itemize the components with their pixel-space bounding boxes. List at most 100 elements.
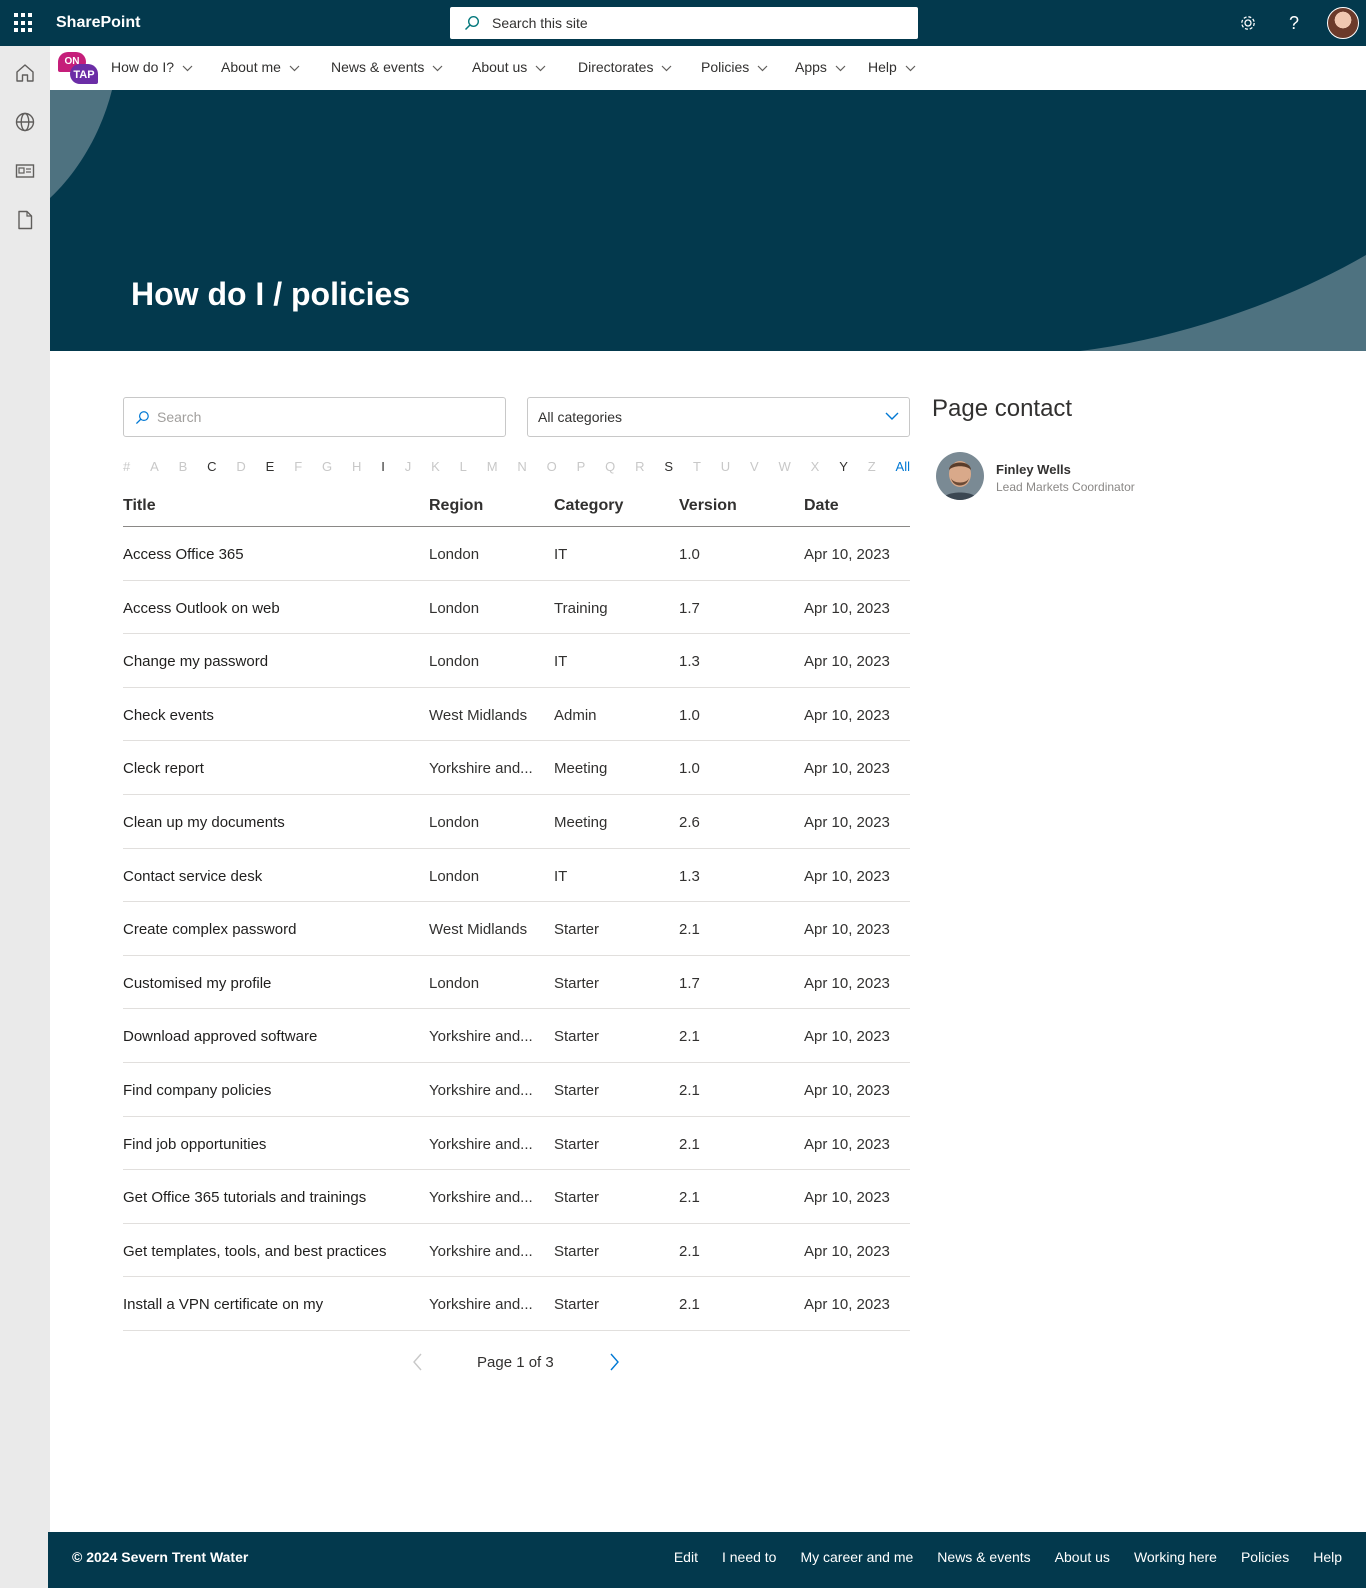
table-row[interactable]: Customised my profile London Starter 1.7 Apr…	[123, 956, 910, 1010]
alphabet-letter: T	[692, 459, 701, 474]
alphabet-letter: H	[351, 459, 362, 474]
brand-name[interactable]: SharePoint	[56, 14, 140, 32]
cell-category: Starter	[554, 1135, 600, 1153]
table-row[interactable]: Access Outlook on web London Training 1.7 Ap…	[123, 581, 910, 635]
cell-category: Meeting	[554, 813, 608, 831]
nav-item-about-me[interactable]: About me	[221, 59, 300, 75]
alphabet-letter[interactable]: C	[207, 459, 216, 475]
column-header-version[interactable]: Version	[679, 497, 739, 515]
table-row[interactable]: Clean up my documents London Meeting 2.6 Apr…	[123, 795, 910, 849]
cell-version: 1.0	[679, 760, 700, 778]
table-row[interactable]: Create complex password West Midlands Star…	[123, 902, 910, 956]
on-tap-logo[interactable]: ON TAP	[58, 52, 98, 84]
list-search-input[interactable]	[157, 407, 487, 427]
footer-links: Edit I need to My career and me News & e…	[674, 1549, 1342, 1565]
cell-title[interactable]: Access Outlook on web	[123, 600, 423, 617]
alphabet-letter: K	[431, 459, 440, 474]
cell-title[interactable]: Cleck report	[123, 760, 423, 777]
table-row[interactable]: Check events West Midlands Admin 1.0 Apr 10,…	[123, 688, 910, 742]
column-header-region[interactable]: Region	[429, 497, 539, 515]
globe-icon[interactable]	[13, 110, 37, 134]
footer-link-news-events[interactable]: News & events	[937, 1549, 1030, 1565]
column-header-category[interactable]: Category	[554, 497, 664, 515]
table-row[interactable]: Contact service desk London IT 1.3 Apr 10, 2…	[123, 849, 910, 903]
cell-title[interactable]: Get Office 365 tutorials and trainings	[123, 1189, 423, 1206]
app-launcher-icon[interactable]	[14, 13, 34, 33]
table-row[interactable]: Cleck report Yorkshire and... Meeting 1.0 Ap…	[123, 741, 910, 795]
alphabet-letter[interactable]: E	[266, 459, 275, 475]
nav-item-policies[interactable]: Policies	[701, 59, 768, 75]
site-search-box[interactable]	[450, 7, 918, 39]
table-row[interactable]: Find job opportunities Yorkshire and... St…	[123, 1117, 910, 1171]
list-search-box[interactable]	[123, 397, 506, 437]
nav-item-directorates[interactable]: Directorates	[578, 59, 672, 75]
cell-category: Starter	[554, 1189, 600, 1207]
alphabet-letter[interactable]: I	[381, 459, 385, 475]
site-footer: © 2024 Severn Trent Water Edit I need to…	[48, 1532, 1366, 1588]
document-icon[interactable]	[13, 208, 37, 232]
cell-category: Starter	[554, 1028, 600, 1046]
alphabet-letter[interactable]: S	[664, 459, 673, 475]
cell-title[interactable]: Get templates, tools, and best practices	[123, 1243, 423, 1260]
cell-date: Apr 10, 2023	[804, 1135, 890, 1153]
footer-link-working-here[interactable]: Working here	[1134, 1549, 1217, 1565]
cell-title[interactable]: Change my password	[123, 653, 423, 670]
site-search-input[interactable]	[492, 12, 892, 34]
contact-name[interactable]: Finley Wells	[996, 462, 1071, 477]
policies-table: Title Region Category Version Date Acces…	[123, 490, 910, 1331]
nav-item-news-events[interactable]: News & events	[331, 59, 443, 75]
help-question-icon[interactable]: ?	[1282, 11, 1306, 35]
cell-title[interactable]: Check events	[123, 707, 423, 724]
contact-avatar[interactable]	[936, 452, 984, 500]
footer-link-about-us[interactable]: About us	[1055, 1549, 1110, 1565]
alphabet-letter[interactable]: All	[896, 459, 910, 475]
cell-region: Yorkshire and...	[429, 1296, 533, 1314]
news-icon[interactable]	[13, 159, 37, 183]
settings-gear-icon[interactable]	[1236, 11, 1260, 35]
cell-title[interactable]: Find company policies	[123, 1082, 423, 1099]
table-row[interactable]: Change my password London IT 1.3 Apr 10, 202…	[123, 634, 910, 688]
nav-item-label: Apps	[795, 59, 827, 75]
table-row[interactable]: Download approved software Yorkshire and.…	[123, 1009, 910, 1063]
user-avatar[interactable]	[1327, 7, 1359, 39]
cell-title[interactable]: Download approved software	[123, 1028, 423, 1045]
nav-item-label: How do I?	[111, 59, 175, 75]
table-row[interactable]: Get Office 365 tutorials and trainings Yo…	[123, 1170, 910, 1224]
footer-link-i-need-to[interactable]: I need to	[722, 1549, 777, 1565]
cell-version: 2.1	[679, 1189, 700, 1207]
alphabet-letter: L	[459, 459, 467, 474]
nav-item-how-do-i[interactable]: How do I?	[111, 59, 193, 75]
cell-title[interactable]: Access Office 365	[123, 546, 423, 563]
logo-text-bottom: TAP	[70, 64, 98, 84]
column-header-title[interactable]: Title	[123, 497, 423, 515]
column-header-date[interactable]: Date	[804, 497, 910, 515]
cell-date: Apr 10, 2023	[804, 546, 890, 563]
footer-link-policies[interactable]: Policies	[1241, 1549, 1289, 1565]
cell-date: Apr 10, 2023	[804, 1242, 890, 1260]
nav-item-help[interactable]: Help	[868, 59, 916, 75]
cell-title[interactable]: Create complex password	[123, 921, 423, 938]
next-page-icon[interactable]	[609, 1353, 619, 1371]
category-dropdown-value: All categories	[538, 409, 623, 425]
cell-title[interactable]: Clean up my documents	[123, 814, 423, 831]
home-icon[interactable]	[13, 61, 37, 85]
cell-title[interactable]: Customised my profile	[123, 975, 423, 992]
footer-link-help[interactable]: Help	[1313, 1549, 1342, 1565]
cell-title[interactable]: Install a VPN certificate on my	[123, 1296, 423, 1313]
table-row[interactable]: Install a VPN certificate on my Yorkshire…	[123, 1277, 910, 1331]
footer-link-edit[interactable]: Edit	[674, 1549, 698, 1565]
table-row[interactable]: Get templates, tools, and best practices…	[123, 1224, 910, 1278]
cell-title[interactable]: Contact service desk	[123, 868, 423, 885]
category-dropdown[interactable]: All categories	[527, 397, 910, 437]
nav-item-label: About me	[221, 59, 281, 75]
nav-item-apps[interactable]: Apps	[795, 59, 846, 75]
table-row[interactable]: Access Office 365 London IT 1.0 Apr 10, 2023	[123, 527, 910, 581]
cell-title[interactable]: Find job opportunities	[123, 1136, 423, 1153]
cell-date: Apr 10, 2023	[804, 813, 890, 831]
previous-page-icon[interactable]	[413, 1353, 423, 1371]
alphabet-letter: A	[150, 459, 159, 474]
footer-link-my-career[interactable]: My career and me	[800, 1549, 913, 1565]
nav-item-about-us[interactable]: About us	[472, 59, 546, 75]
table-row[interactable]: Find company policies Yorkshire and... Sta…	[123, 1063, 910, 1117]
alphabet-letter[interactable]: Y	[839, 459, 848, 475]
